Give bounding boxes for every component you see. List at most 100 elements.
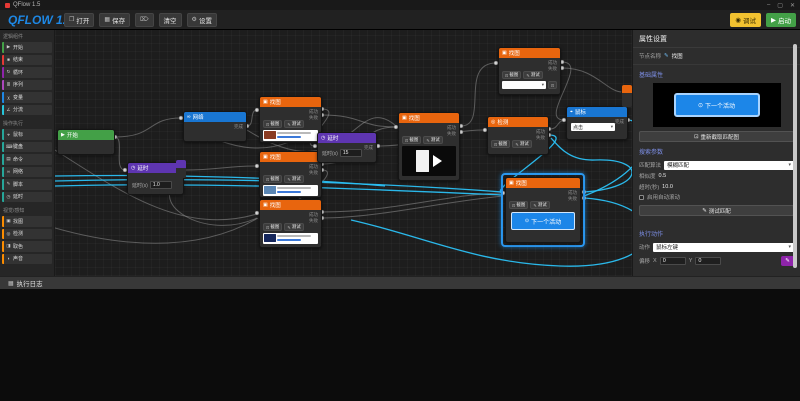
node-find-image-selected[interactable]: ▣ 找图 成功 失败 ⊡截图 ✎测试 ⊙ 下一个活动 [505, 177, 581, 243]
sidebar-item-branch[interactable]: ∠ 分流 [2, 105, 52, 116]
sidebar-item-mouse[interactable]: ⌖ 鼠标 [2, 129, 52, 140]
node-detect[interactable]: ◎ 检测 成功 失败 ⊡截图 ✎测试 [487, 116, 549, 155]
browse-button[interactable]: ⊡ [548, 81, 557, 89]
detect-icon: ◎ [6, 231, 11, 237]
offset-x-input[interactable] [660, 257, 686, 265]
action-label: 动作 [639, 243, 650, 251]
gear-icon: ⊙ [698, 102, 703, 109]
recapture-button[interactable]: ⊡ 重新截取匹配图 [639, 131, 794, 142]
maximize-button[interactable]: ▢ [777, 2, 783, 9]
camera-icon: ⊡ [405, 138, 408, 143]
mouse-action-dropdown[interactable]: 点击 ▾ [571, 123, 615, 131]
capture-button[interactable]: ⊡截图 [263, 223, 282, 231]
sidebar-item-loop[interactable]: ↻ 循环 [2, 67, 52, 78]
gear-icon: ⚙ [192, 16, 197, 23]
node-find-image-3[interactable]: ▣ 找图 成功 失败 ⊡截图 ✎测试 [259, 199, 322, 248]
camera-icon: ⊡ [494, 142, 497, 147]
node-network[interactable]: ∞ 网络 完成 [183, 111, 247, 142]
debug-button[interactable]: ◉ 调试 [730, 13, 761, 27]
clock-icon: ◷ [131, 165, 135, 171]
similarity-value[interactable]: 0.5 [659, 173, 667, 179]
sidebar-item-color-pick[interactable]: ◨ 取色 [2, 241, 52, 252]
node-delay-2[interactable]: ◷ 延时 完成 延时(s) 15 [317, 132, 377, 163]
delay-value-input[interactable]: 15 [340, 149, 362, 157]
section-basic: 基础属性 [633, 65, 800, 81]
panel-title: 属性设置 [633, 30, 800, 48]
node-find-image-1[interactable]: ▣ 找图 成功 失败 ⊡截图 ✎测试 [259, 96, 322, 143]
save-button[interactable]: ▦ 保存 [99, 13, 130, 27]
timeout-value[interactable]: 10.0 [662, 184, 673, 190]
similarity-label: 相似度 [639, 172, 656, 180]
node-find-image-4[interactable]: ▣ 找图 成功 失败 ⊡截图 ✎测试 [398, 112, 460, 181]
node-start[interactable]: ▶ 开始 [57, 129, 115, 155]
match-thumbnail [263, 130, 318, 141]
node-find-image-5[interactable]: ▣ 找图 成功 失败 ⊡截图 ✎测试 ▾ ⊡ [498, 47, 561, 95]
capture-button[interactable]: ⊡截图 [402, 136, 421, 144]
sidebar-item-detect[interactable]: ◎ 检测 [2, 229, 52, 240]
capture-button[interactable]: ⊡截图 [491, 140, 510, 148]
sidebar-item-start[interactable]: ▶ 开始 [2, 42, 52, 53]
sidebar-item-delay[interactable]: ◷ 延时 [2, 192, 52, 203]
camera-icon: ⊡ [512, 203, 515, 208]
sidebar-item-find-image[interactable]: ▣ 找图 [2, 216, 52, 227]
test-button[interactable]: ✎测试 [512, 140, 531, 148]
variable-icon: χ [6, 95, 11, 100]
close-button[interactable]: ✕ [790, 2, 795, 9]
open-button[interactable]: ❐ 打开 [64, 13, 94, 27]
sidebar-section-logic: 逻辑组件 [0, 30, 54, 42]
flow-canvas[interactable]: ▶ 开始 ◷ 延时 延时(s) 1.0 ∞ 网络 完成 ▣ 找图 成功 失败 ⊡… [55, 30, 632, 276]
test-button[interactable]: ✎测试 [284, 223, 303, 231]
pencil-icon: ✎ [526, 73, 529, 78]
toolbar: QFLOW 1.5 ❐ 打开 ▦ 保存 ⌦ 清空 ⚙ 设置 ◉ [0, 10, 800, 30]
sidebar-item-network[interactable]: ∞ 网络 [2, 167, 52, 178]
run-button[interactable]: ▶ 启动 [766, 13, 796, 27]
play-icon: ▶ [6, 44, 11, 50]
delete-button[interactable]: ⌦ [135, 13, 153, 27]
clear-button[interactable]: 清空 [159, 13, 182, 27]
autoscroll-checkbox[interactable] [639, 195, 644, 200]
capture-button[interactable]: ⊡截图 [263, 120, 282, 128]
delay-value-input[interactable]: 1.0 [150, 181, 172, 189]
match-image-preview: ⊙ 下一个活动 [653, 83, 781, 127]
sidebar-item-variable[interactable]: χ 变量 [2, 92, 52, 103]
test-button[interactable]: ✎测试 [423, 136, 442, 144]
minimize-button[interactable]: – [767, 2, 770, 9]
next-activity-preview: ⊙ 下一个活动 [674, 93, 760, 117]
stop-icon: ■ [6, 57, 11, 62]
properties-panel: 属性设置 节点名称 ✎ 找图 基础属性 ⊙ 下一个活动 ⊡ 重新截取匹配图 搜索… [632, 30, 800, 276]
sidebar-item-keyboard[interactable]: ⌨ 键盘 [2, 142, 52, 153]
sidebar-item-sound[interactable]: ◖ 声音 [2, 254, 52, 265]
sidebar-item-script[interactable]: ✎ 脚本 [2, 179, 52, 190]
panel-scrollbar[interactable] [793, 44, 797, 268]
action-dropdown[interactable]: 鼠标左键 ▾ [653, 243, 794, 252]
test-button[interactable]: ✎测试 [284, 175, 303, 183]
sidebar-item-sequence[interactable]: ≣ 序列 [2, 80, 52, 91]
window-title: QFlow 1.5 [13, 2, 40, 8]
node-name-value[interactable]: 找图 [672, 52, 683, 60]
camera-icon: ⊡ [505, 73, 508, 78]
match-algo-dropdown[interactable]: 模糊匹配 ▾ [664, 161, 794, 170]
loop-icon: ↻ [6, 69, 11, 75]
test-button[interactable]: ✎测试 [523, 71, 542, 79]
node-find-image-2[interactable]: ▣ 找图 成功 失败 ⊡截图 ✎测试 [259, 151, 322, 198]
image-icon: ▣ [263, 99, 268, 105]
sidebar-item-end[interactable]: ■ 结束 [2, 55, 52, 66]
offset-y-input[interactable] [695, 257, 721, 265]
video-match-thumbnail [402, 146, 456, 176]
capture-button[interactable]: ⊡截图 [502, 71, 521, 79]
image-icon: ▣ [263, 202, 268, 208]
pencil-icon: ✎ [6, 181, 11, 187]
capture-button[interactable]: ⊡截图 [263, 175, 282, 183]
settings-button[interactable]: ⚙ 设置 [187, 13, 217, 27]
capture-button[interactable]: ⊡截图 [509, 201, 528, 209]
test-button[interactable]: ✎测试 [530, 201, 549, 209]
test-match-button[interactable]: ✎ 测试匹配 [639, 205, 794, 216]
sidebar-item-command[interactable]: ▤ 命令 [2, 154, 52, 165]
node-mouse[interactable]: ⌖ 鼠标 完成 点击 ▾ [566, 106, 628, 140]
pencil-icon: ✎ [287, 177, 290, 182]
image-select-dropdown[interactable]: ▾ [502, 81, 546, 89]
clock-icon: ◷ [321, 135, 325, 141]
log-bar[interactable]: ▦ 执行日志 [0, 276, 800, 289]
test-button[interactable]: ✎测试 [284, 120, 303, 128]
bug-icon: ◉ [735, 16, 741, 24]
